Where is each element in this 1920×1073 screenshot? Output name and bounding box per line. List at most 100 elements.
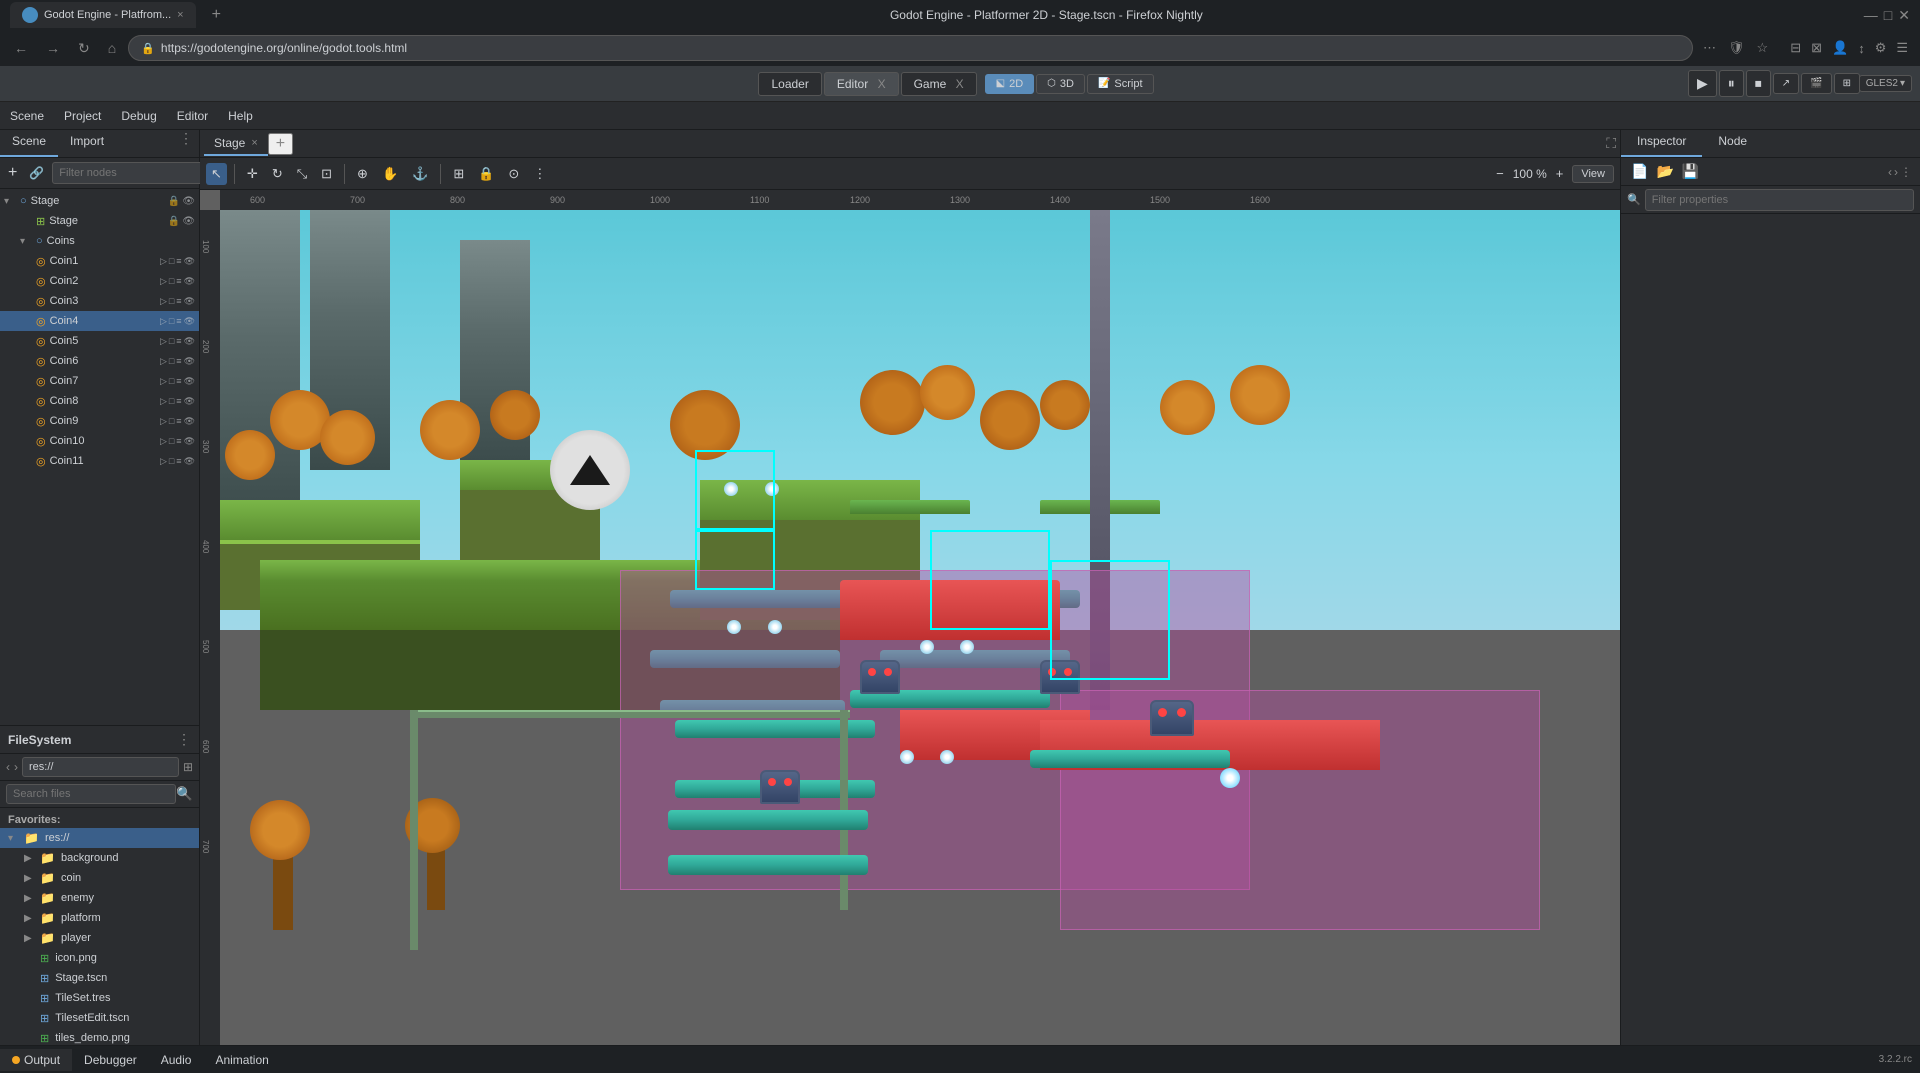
tree-node-tilemap[interactable]: ⊞ Stage 🔒 👁 <box>0 211 199 231</box>
fs-item-stage[interactable]: ⊞ Stage.tscn <box>0 968 199 988</box>
vp-anchor-tool[interactable]: ⚓ <box>407 163 433 185</box>
bookmark-button[interactable]: ☆ <box>1753 36 1773 60</box>
bottom-tab-animation[interactable]: Animation <box>203 1049 280 1071</box>
vp-pivot-tool[interactable]: ⊕ <box>352 163 373 185</box>
address-bar[interactable]: 🔒 https://godotengine.org/online/godot.t… <box>128 35 1693 61</box>
refresh-button[interactable]: ↻ <box>72 36 96 61</box>
fs-search-button[interactable]: 🔍 <box>176 786 193 802</box>
fs-back-btn[interactable]: ‹ <box>6 760 10 774</box>
menu-scene[interactable]: Scene <box>0 105 54 127</box>
tree-node-coin1[interactable]: ◎ Coin1 ▷ □ ≡ 👁 <box>0 251 199 271</box>
browser-tab[interactable]: Godot Engine - Platfrom... × <box>10 2 196 28</box>
bottom-tab-audio[interactable]: Audio <box>149 1049 204 1071</box>
menu-editor[interactable]: Editor <box>167 105 218 127</box>
tree-node-coin7[interactable]: ◎ Coin7 ▷ □ ≡ 👁 <box>0 371 199 391</box>
fs-item-res[interactable]: ▾ 📁 res:// <box>0 828 199 848</box>
tree-node-coin2[interactable]: ◎ Coin2 ▷ □ ≡ 👁 <box>0 271 199 291</box>
extensions-panel[interactable]: ⚙ <box>1871 36 1891 60</box>
tree-node-coin4[interactable]: ◎ Coin4 ▷ □ ≡ 👁 <box>0 311 199 331</box>
add-viewport-tab[interactable]: + <box>268 133 293 155</box>
inspector-forward-btn[interactable]: › <box>1894 165 1898 179</box>
remote-button[interactable]: ⊞ <box>1834 73 1860 94</box>
extensions-button[interactable]: ⋯ <box>1699 36 1720 60</box>
inspector-more-btn[interactable]: ⋮ <box>1900 165 1912 179</box>
inspector-open-icon[interactable]: 📂 <box>1654 161 1675 182</box>
game-tab[interactable]: Game X <box>901 72 977 96</box>
fs-item-tilesdemo[interactable]: ⊞ tiles_demo.png <box>0 1028 199 1045</box>
tree-node-coin9[interactable]: ◎ Coin9 ▷ □ ≡ 👁 <box>0 411 199 431</box>
inspector-new-icon[interactable]: 📄 <box>1629 161 1650 182</box>
fs-item-coin[interactable]: ▶ 📁 coin <box>0 868 199 888</box>
mode-2d-button[interactable]: ⬕ 2D <box>985 74 1035 94</box>
browser-close[interactable]: ✕ <box>1898 7 1910 24</box>
viewport-tab-close[interactable]: × <box>251 137 257 149</box>
home-button[interactable]: ⌂ <box>102 36 122 60</box>
stage-viewport-tab[interactable]: Stage × <box>204 132 268 156</box>
menu-debug[interactable]: Debug <box>111 105 166 127</box>
new-tab-button[interactable]: + <box>204 2 229 28</box>
vp-zoom-out[interactable]: − <box>1491 163 1509 184</box>
vp-lock-tool[interactable]: 🔒 <box>473 163 499 185</box>
inspector-back-btn[interactable]: ‹ <box>1888 165 1892 179</box>
editor-tab[interactable]: Editor X <box>824 72 899 96</box>
vp-rotate-tool[interactable]: ↻ <box>267 163 288 185</box>
vp-more-tools[interactable]: ⋮ <box>528 163 551 185</box>
filter-properties-input[interactable] <box>1645 189 1914 211</box>
fs-search-input[interactable] <box>6 784 176 804</box>
link-node-button[interactable]: 🔗 <box>25 164 48 182</box>
fs-item-enemy[interactable]: ▶ 📁 enemy <box>0 888 199 908</box>
fs-item-iconpng[interactable]: ⊞ icon.png <box>0 948 199 968</box>
fs-item-tileset[interactable]: ⊞ TileSet.tres <box>0 988 199 1008</box>
forward-button[interactable]: → <box>40 36 66 60</box>
tab-scene[interactable]: Scene <box>0 130 58 157</box>
menu-help[interactable]: Help <box>218 105 263 127</box>
tree-node-coin5[interactable]: ◎ Coin5 ▷ □ ≡ 👁 <box>0 331 199 351</box>
tree-node-coin3[interactable]: ◎ Coin3 ▷ □ ≡ 👁 <box>0 291 199 311</box>
up-arrow-button[interactable] <box>550 430 630 510</box>
fs-grid-toggle[interactable]: ⊞ <box>183 760 193 774</box>
editor-tab-close[interactable]: X <box>878 77 886 91</box>
movie-button[interactable]: 🎬 <box>1801 73 1831 94</box>
vp-view-button[interactable]: View <box>1572 165 1614 183</box>
stop-button[interactable]: ⏹ <box>1746 70 1771 97</box>
fs-item-player[interactable]: ▶ 📁 player <box>0 928 199 948</box>
fs-path-input[interactable] <box>22 757 179 777</box>
tree-node-stage[interactable]: ▾ ○ Stage 🔒 👁 <box>0 191 199 211</box>
vp-snap-tool[interactable]: ⊞ <box>448 163 469 185</box>
zoom-controls[interactable]: ⊠ <box>1807 36 1826 60</box>
fs-item-platform[interactable]: ▶ 📁 platform <box>0 908 199 928</box>
browser-menu[interactable]: ☰ <box>1892 36 1912 60</box>
tree-node-coin6[interactable]: ◎ Coin6 ▷ □ ≡ 👁 <box>0 351 199 371</box>
add-node-button[interactable]: + <box>4 162 21 184</box>
vp-cursor-tool[interactable]: ↖ <box>206 163 227 185</box>
viewport-fullscreen[interactable]: ⛶ <box>1606 135 1616 152</box>
gles-badge[interactable]: GLES2 ▾ <box>1859 75 1912 92</box>
pause-button[interactable]: ⏸ <box>1719 70 1744 97</box>
tree-node-coin11[interactable]: ◎ Coin11 ▷ □ ≡ 👁 <box>0 451 199 471</box>
bookmarks-list[interactable]: ⊟ <box>1786 36 1805 60</box>
mode-3d-button[interactable]: ⬡ 3D <box>1036 74 1085 94</box>
tree-node-coin10[interactable]: ◎ Coin10 ▷ □ ≡ 👁 <box>0 431 199 451</box>
vp-zoom-in[interactable]: + <box>1551 163 1569 184</box>
bottom-tab-debugger[interactable]: Debugger <box>72 1049 149 1071</box>
fs-item-tilesetedit[interactable]: ⊞ TilesetEdit.tscn <box>0 1008 199 1028</box>
scene-panel-menu[interactable]: ⋮ <box>173 130 199 157</box>
tree-node-coin8[interactable]: ◎ Coin8 ▷ □ ≡ 👁 <box>0 391 199 411</box>
vp-select-rect-tool[interactable]: ⊡ <box>316 163 337 185</box>
loader-tab[interactable]: Loader <box>758 72 821 96</box>
vp-move-tool[interactable]: ✛ <box>242 163 263 185</box>
tab-import[interactable]: Import <box>58 130 116 157</box>
fs-forward-btn[interactable]: › <box>14 760 18 774</box>
menu-project[interactable]: Project <box>54 105 111 127</box>
fs-item-background[interactable]: ▶ 📁 background <box>0 848 199 868</box>
play-button[interactable]: ▶ <box>1688 70 1717 97</box>
filesystem-menu[interactable]: ⋮ <box>177 731 191 748</box>
game-tab-close[interactable]: X <box>956 77 964 91</box>
browser-maximize[interactable]: □ <box>1884 7 1892 23</box>
bottom-tab-output[interactable]: Output <box>0 1049 72 1071</box>
step-button[interactable]: ↗ <box>1773 73 1799 94</box>
filter-nodes-input[interactable] <box>52 162 208 184</box>
tab-inspector[interactable]: Inspector <box>1621 130 1702 157</box>
tab-node[interactable]: Node <box>1702 130 1763 157</box>
vp-pan-tool[interactable]: ✋ <box>377 163 403 185</box>
